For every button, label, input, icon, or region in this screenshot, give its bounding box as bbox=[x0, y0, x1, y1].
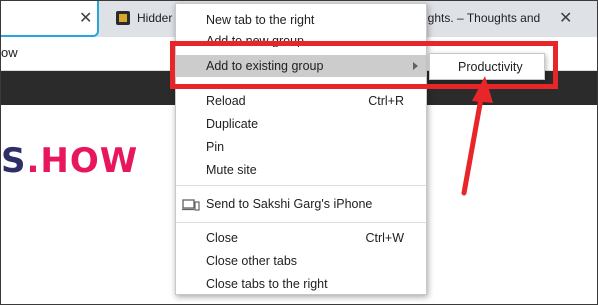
menu-item-label: Add to existing group bbox=[206, 59, 324, 73]
logo-text-right: .HOW bbox=[26, 141, 139, 181]
menu-item-new-tab-right[interactable]: New tab to the right bbox=[176, 9, 426, 31]
close-tab-icon[interactable]: ✕ bbox=[559, 8, 572, 27]
menu-item-label: New tab to the right bbox=[206, 13, 315, 27]
site-logo[interactable]: S.HOW bbox=[1, 141, 138, 181]
menu-separator bbox=[176, 222, 426, 223]
menu-item-label: Send to Sakshi Garg's iPhone bbox=[206, 197, 373, 211]
menu-item-pin[interactable]: Pin bbox=[176, 136, 426, 158]
bookmark-item[interactable]: ow bbox=[1, 45, 18, 60]
group-submenu: Productivity bbox=[429, 53, 545, 80]
tab-title-thoughts[interactable]: ughts. – Thoughts and bbox=[421, 11, 540, 25]
tab-active[interactable]: ✕ bbox=[1, 1, 99, 37]
menu-item-add-existing-group[interactable]: Add to existing group bbox=[176, 55, 426, 77]
browser-window: ✕ Hidder ughts. – Thoughts and ✕ ow S.HO… bbox=[0, 0, 598, 305]
menu-item-reload[interactable]: Reload Ctrl+R bbox=[176, 90, 426, 112]
menu-item-duplicate[interactable]: Duplicate bbox=[176, 113, 426, 135]
menu-item-mute-site[interactable]: Mute site bbox=[176, 159, 426, 181]
submenu-arrow-icon bbox=[413, 62, 418, 70]
menu-item-close-tabs-right[interactable]: Close tabs to the right bbox=[176, 273, 426, 295]
menu-separator bbox=[176, 85, 426, 86]
menu-item-label: Close tabs to the right bbox=[206, 277, 328, 291]
site-favicon-icon bbox=[116, 11, 130, 25]
menu-item-label: Mute site bbox=[206, 163, 257, 177]
menu-item-shortcut: Ctrl+W bbox=[365, 231, 404, 245]
menu-item-send-to-device[interactable]: Send to Sakshi Garg's iPhone bbox=[176, 193, 426, 215]
menu-separator bbox=[176, 185, 426, 186]
tab-context-menu: New tab to the right Add to new group Ad… bbox=[175, 3, 427, 295]
menu-item-label: Reload bbox=[206, 94, 246, 108]
menu-item-label: Pin bbox=[206, 140, 225, 154]
menu-item-close-other-tabs[interactable]: Close other tabs bbox=[176, 250, 426, 272]
submenu-item-productivity[interactable]: Productivity bbox=[458, 60, 523, 74]
close-tab-icon[interactable]: ✕ bbox=[79, 8, 92, 27]
menu-item-label: Duplicate bbox=[206, 117, 259, 131]
menu-item-label: Close other tabs bbox=[206, 254, 298, 268]
menu-item-add-new-group[interactable]: Add to new group bbox=[176, 31, 426, 47]
logo-text-left: S bbox=[1, 141, 27, 181]
device-icon bbox=[182, 199, 200, 211]
menu-item-label: Add to new group bbox=[206, 34, 304, 47]
tab-hidden[interactable]: Hidder bbox=[109, 1, 174, 37]
menu-item-close[interactable]: Close Ctrl+W bbox=[176, 227, 426, 249]
tab-title: Hidder bbox=[137, 11, 173, 25]
menu-item-label: Close bbox=[206, 231, 238, 245]
menu-item-shortcut: Ctrl+R bbox=[368, 94, 404, 108]
